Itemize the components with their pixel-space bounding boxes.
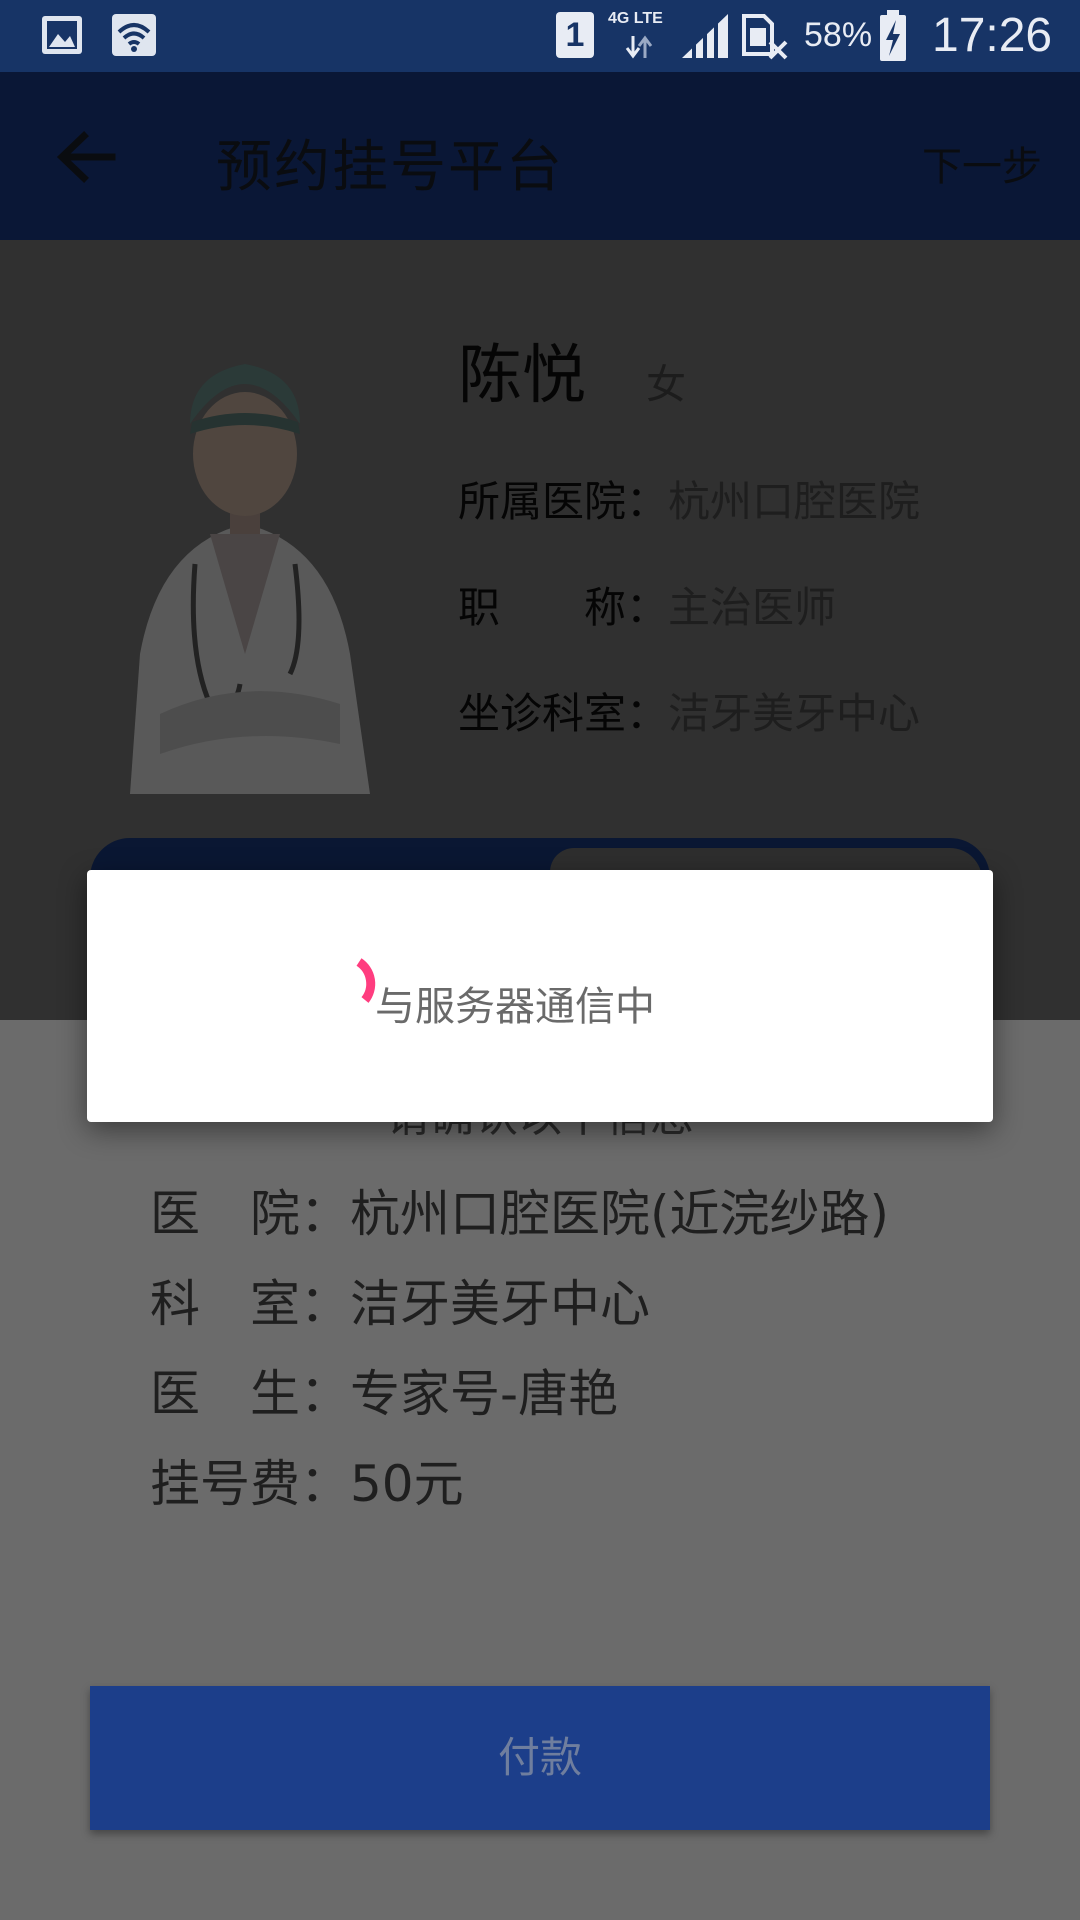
status-bar: 1 4G LTE 58% 17:26	[0, 0, 1080, 72]
no-sim-icon	[742, 14, 788, 60]
department-row: 坐诊科室：洁牙美牙中心	[458, 680, 920, 741]
title-row: 职 称：主治医师	[458, 574, 836, 635]
confirm-hospital-value: 杭州口腔医院(近浣纱路)	[350, 1185, 890, 1243]
confirm-department-row: 科 室：洁牙美牙中心	[150, 1264, 650, 1336]
clock: 17:26	[932, 9, 1053, 62]
hospital-value: 杭州口腔医院	[668, 477, 921, 526]
doctor-photo	[100, 324, 390, 794]
confirm-fee-row: 挂号费：50元	[150, 1444, 464, 1516]
confirm-department-label: 科 室：	[150, 1275, 350, 1333]
loading-dialog: 与服务器通信中	[87, 870, 993, 1122]
hospital-label: 所属医院：	[458, 477, 669, 526]
pay-button[interactable]: 付款	[90, 1686, 990, 1830]
page-title: 预约挂号平台	[216, 135, 564, 200]
confirm-doctor-label: 医 生：	[150, 1365, 350, 1423]
doctor-gender: 女	[646, 362, 686, 408]
confirm-hospital-row: 医 院：杭州口腔医院(近浣纱路)	[150, 1174, 889, 1246]
confirm-hospital-label: 医 院：	[150, 1185, 350, 1243]
battery-charging-icon	[880, 10, 906, 61]
back-arrow-icon[interactable]	[52, 122, 122, 192]
app-bar: 预约挂号平台 下一步	[0, 72, 1080, 240]
confirm-fee-value: 50元	[350, 1455, 464, 1513]
confirm-doctor-row: 医 生：专家号-唐艳	[150, 1354, 618, 1426]
confirm-fee-label: 挂号费：	[150, 1455, 350, 1513]
next-step-button[interactable]: 下一步	[922, 134, 1042, 192]
wifi-notification-icon	[112, 14, 156, 56]
department-value: 洁牙美牙中心	[668, 689, 921, 738]
hospital-row: 所属医院：杭州口腔医院	[458, 468, 920, 529]
confirmation-sheet: 请确认以下信息 医 院：杭州口腔医院(近浣纱路) 科 室：洁牙美牙中心 医 生：…	[0, 1020, 1080, 1920]
data-activity-icon	[625, 35, 653, 59]
network-type-label: 4G LTE	[608, 10, 663, 27]
signal-strength-icon	[682, 14, 728, 58]
confirm-department-value: 洁牙美牙中心	[350, 1275, 650, 1333]
loading-message: 与服务器通信中	[375, 984, 655, 1030]
sim-slot-badge: 1	[556, 12, 594, 58]
title-value: 主治医师	[668, 583, 837, 632]
confirm-doctor-value: 专家号-唐艳	[350, 1365, 619, 1423]
title-label: 职 称：	[458, 583, 669, 632]
doctor-name: 陈悦	[458, 339, 586, 413]
gallery-notification-icon	[42, 16, 82, 54]
battery-percent: 58%	[804, 16, 873, 54]
department-label: 坐诊科室：	[458, 689, 669, 738]
